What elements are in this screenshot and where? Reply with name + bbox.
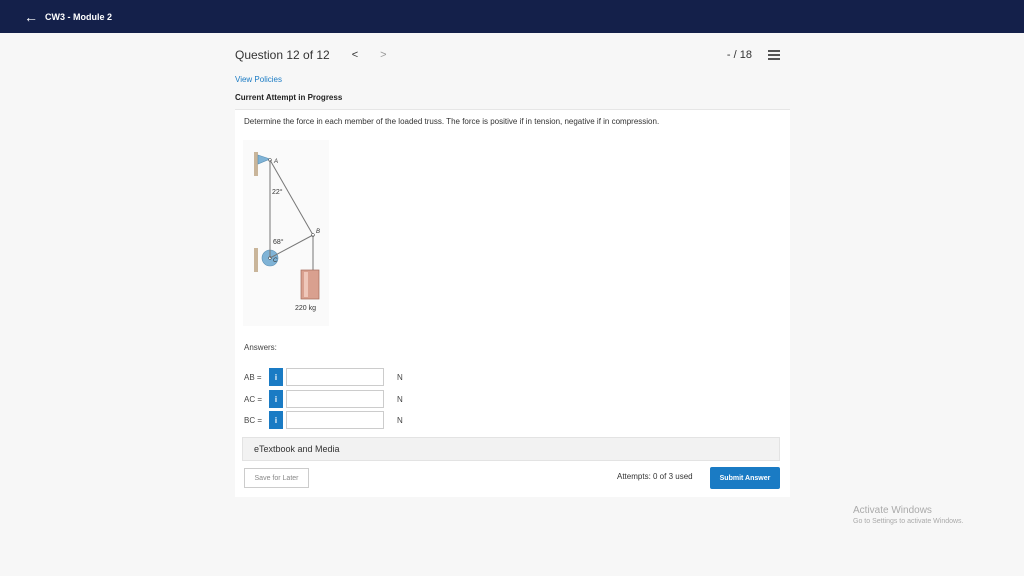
label-a: A: [273, 159, 278, 165]
list-icon[interactable]: [768, 50, 780, 60]
label-c: C: [273, 258, 278, 264]
question-score: - / 18: [726, 49, 752, 61]
watermark-title: Activate Windows: [853, 505, 932, 516]
angle-bottom-label: 68°: [273, 238, 284, 246]
mass-label: 220 kg: [295, 305, 316, 312]
info-icon[interactable]: i: [269, 411, 283, 429]
attempt-status: Current Attempt in Progress: [235, 93, 343, 102]
question-title: Question 12 of 12: [235, 48, 330, 62]
info-icon[interactable]: i: [269, 368, 283, 386]
answer-label-ac: AC =: [244, 394, 263, 404]
mass-highlight: [304, 272, 308, 297]
module-title: CW3 - Module 2: [45, 11, 112, 22]
save-for-later-button[interactable]: Save for Later: [244, 468, 309, 488]
answer-input-ac[interactable]: [286, 390, 384, 408]
etextbook-section[interactable]: eTextbook and Media: [242, 437, 780, 461]
info-icon[interactable]: i: [269, 390, 283, 408]
submit-answer-button[interactable]: Submit Answer: [710, 467, 780, 489]
activation-watermark: Activate Windows Go to Settings to activ…: [853, 505, 964, 525]
arrow-left-icon[interactable]: ←: [24, 10, 38, 24]
mass-block: [300, 269, 320, 300]
attempts-counter: Attempts: 0 of 3 used: [617, 472, 693, 481]
answers-label: Answers:: [244, 343, 277, 352]
answer-row-bc: BC = i N: [244, 411, 403, 429]
question-card: Determine the force in each member of th…: [235, 109, 790, 497]
answer-label-bc: BC =: [244, 415, 263, 425]
angle-top-label: 22°: [272, 188, 283, 196]
truss-figure: A B C 22° 68° 220 kg: [243, 140, 329, 326]
answer-input-ab[interactable]: [286, 368, 384, 386]
answer-input-bc[interactable]: [286, 411, 384, 429]
answer-unit-bc: N: [397, 415, 403, 425]
answer-row-ab: AB = i N: [244, 368, 403, 386]
wall-top: [254, 152, 258, 176]
watermark-subtitle: Go to Settings to activate Windows.: [853, 518, 964, 525]
view-policies-link[interactable]: View Policies: [235, 75, 282, 84]
next-question-button[interactable]: >: [380, 49, 386, 61]
prev-question-button[interactable]: <: [352, 49, 358, 61]
answer-label-ab: AB =: [244, 372, 262, 382]
question-header: Question 12 of 12 < > - / 18: [235, 45, 780, 65]
label-b: B: [316, 229, 320, 235]
answer-unit-ac: N: [397, 394, 403, 404]
wall-bottom: [254, 248, 258, 272]
question-prompt: Determine the force in each member of th…: [244, 117, 660, 126]
answer-row-ac: AC = i N: [244, 390, 403, 408]
answer-unit-ab: N: [397, 372, 403, 382]
top-bar: ← CW3 - Module 2: [0, 0, 1024, 33]
